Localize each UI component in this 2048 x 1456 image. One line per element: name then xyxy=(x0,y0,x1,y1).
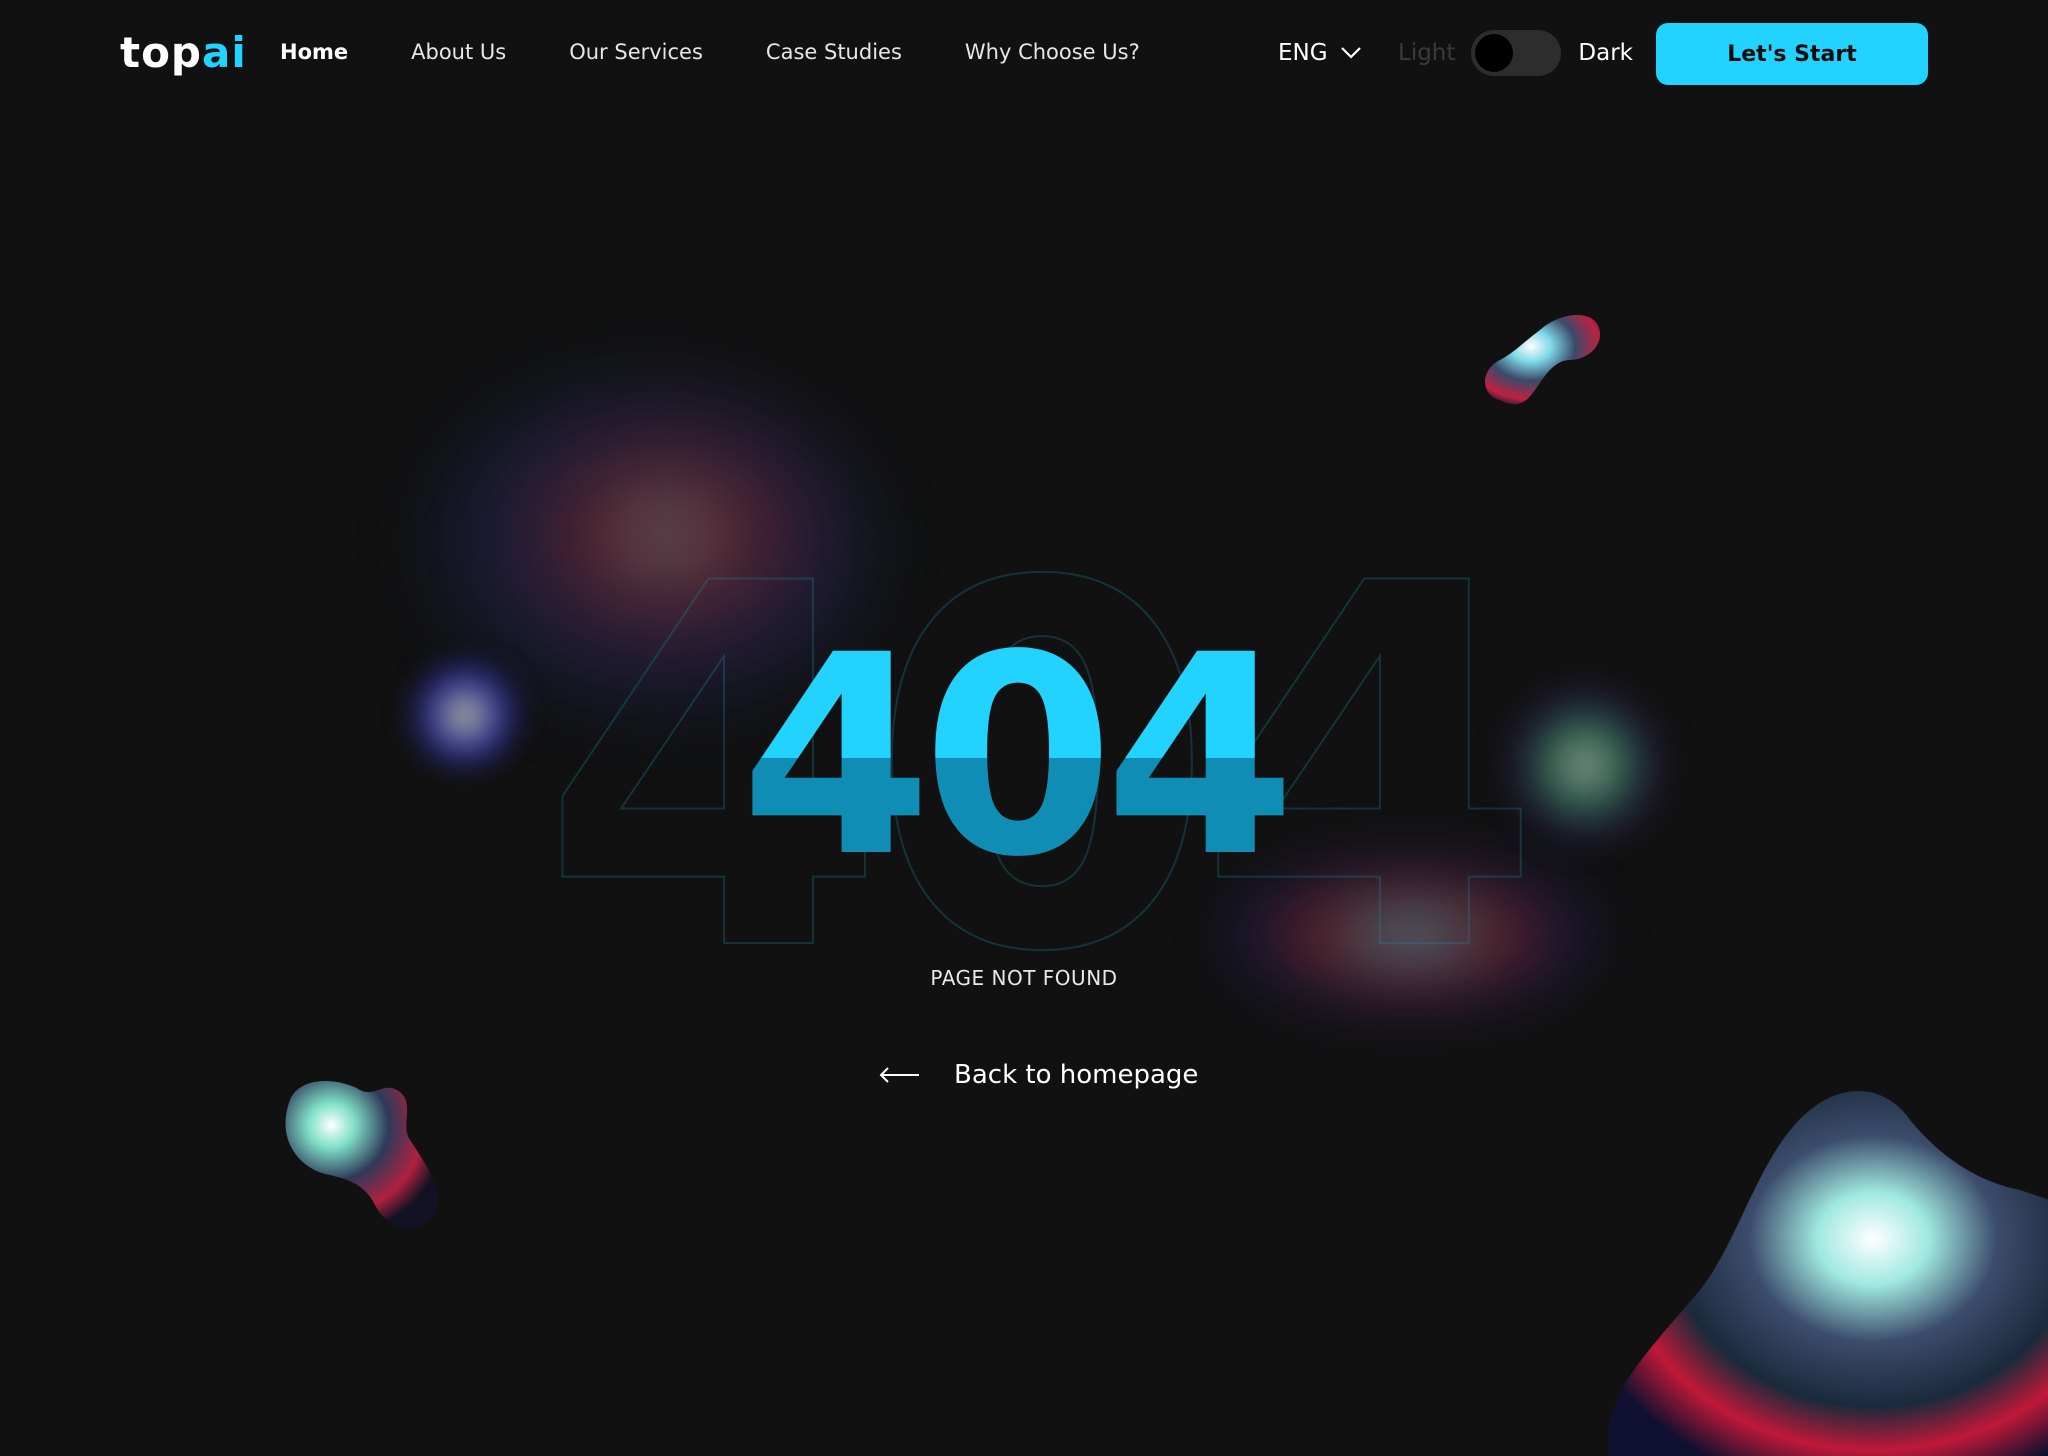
chrome-blob-top-right xyxy=(1485,314,1601,405)
logo-part-2: ai xyxy=(202,28,247,77)
chrome-blob-bottom-left xyxy=(285,1080,439,1229)
back-to-homepage-label: Back to homepage xyxy=(954,1060,1199,1090)
chrome-blob-bottom-right xyxy=(1607,1091,2048,1456)
nav-item-home[interactable]: Home xyxy=(280,40,348,64)
lets-start-button[interactable]: Let's Start xyxy=(1656,23,1928,85)
glow-blob-left xyxy=(410,660,520,770)
nav-item-case-studies[interactable]: Case Studies xyxy=(766,40,902,64)
top-navbar: topai Home About Us Our Services Case St… xyxy=(0,0,2048,110)
nav-item-about-us[interactable]: About Us xyxy=(411,40,506,64)
language-selector[interactable]: ENG xyxy=(1278,40,1362,66)
theme-dark-label[interactable]: Dark xyxy=(1578,40,1633,66)
theme-switch: Light Dark xyxy=(1398,30,1633,76)
chevron-down-icon xyxy=(1340,47,1361,59)
main-nav: Home About Us Our Services Case Studies … xyxy=(280,40,1203,64)
page-not-found-message: PAGE NOT FOUND xyxy=(930,966,1118,990)
page: topai Home About Us Our Services Case St… xyxy=(0,0,2048,1456)
theme-light-label[interactable]: Light xyxy=(1398,40,1455,66)
toggle-knob xyxy=(1475,34,1514,72)
brand-logo[interactable]: topai xyxy=(120,28,247,77)
back-to-homepage-link[interactable]: Back to homepage xyxy=(878,1060,1198,1090)
nav-item-our-services[interactable]: Our Services xyxy=(569,40,703,64)
arrow-left-icon xyxy=(879,1067,919,1083)
logo-part-1: top xyxy=(120,28,202,77)
error-code: 404 xyxy=(740,597,1296,918)
glow-blob-right xyxy=(1510,690,1660,840)
theme-toggle[interactable] xyxy=(1471,30,1562,76)
language-label: ENG xyxy=(1278,40,1328,66)
nav-item-why-choose-us[interactable]: Why Choose Us? xyxy=(965,40,1140,64)
